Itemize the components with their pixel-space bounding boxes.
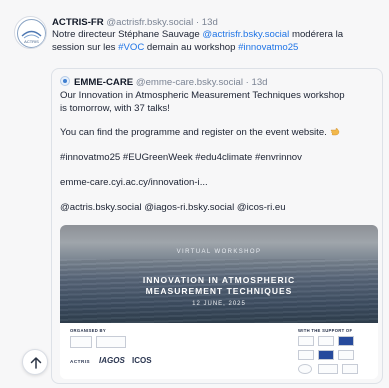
quoted-text-block: You can find the programme and register … <box>60 127 378 140</box>
quoted-time[interactable]: 13d <box>252 77 268 88</box>
banner-title: INNOVATION IN ATMOSPHERIC MEASUREMENT TE… <box>60 275 378 296</box>
post-text-part: modérera la <box>289 29 344 40</box>
feed-post[interactable]: ACTRIS ACTRIS-FR @actrisfr.bsky.social ·… <box>0 0 389 388</box>
quoted-mentions[interactable]: @actris.bsky.social @iagos-ri.bsky.socia… <box>60 202 378 215</box>
author-name[interactable]: ACTRIS-FR <box>52 17 104 28</box>
support-logo-6-icon <box>318 364 338 374</box>
mention-link[interactable]: @actrisfr.bsky.social <box>202 29 289 40</box>
quoted-text-block: Our Innovation in Atmospheric Measuremen… <box>60 90 378 115</box>
quoted-line: Our Innovation in Atmospheric Measuremen… <box>60 90 345 101</box>
quoted-hashtags[interactable]: #innovatmo25 #EUGreenWeek #edu4climate #… <box>60 152 378 165</box>
eu-flag-icon <box>338 336 354 346</box>
author-handle[interactable]: @actrisfr.bsky.social <box>106 17 193 28</box>
post-text: Notre directeur Stéphane Sauvage @actris… <box>52 29 382 54</box>
arrow-up-icon <box>30 357 42 369</box>
eu-flag-icon <box>318 350 334 360</box>
support-logo-1-icon <box>298 336 314 346</box>
post-time[interactable]: 13d <box>202 17 218 28</box>
cyprus-institute-logo-icon <box>96 336 126 348</box>
quoted-author-name[interactable]: EMME-CARE <box>74 77 133 88</box>
post-header: ACTRIS-FR @actrisfr.bsky.social · 13d <box>52 16 382 29</box>
separator: · <box>245 77 249 88</box>
quoted-header: EMME-CARE @emme-care.bsky.social · 13d <box>60 76 268 89</box>
organised-by-label: ORGANISED BY <box>70 328 106 333</box>
hashtag-link[interactable]: #innovatmo25 <box>238 42 298 53</box>
support-logo-5-icon <box>298 364 312 374</box>
post-text-part: Notre directeur Stéphane Sauvage <box>52 29 203 40</box>
emme-care-logo-icon <box>70 336 92 348</box>
quoted-line: is tomorrow, with 37 talks! <box>60 102 170 114</box>
svg-text:ACTRIS: ACTRIS <box>24 39 39 44</box>
pointing-hand-emoji-icon <box>330 128 340 136</box>
support-logo-2-icon <box>318 336 334 346</box>
support-logo-7-icon <box>342 364 358 374</box>
quoted-author-handle[interactable]: @emme-care.bsky.social <box>136 77 243 88</box>
quoted-post[interactable]: EMME-CARE @emme-care.bsky.social · 13d O… <box>51 68 383 384</box>
post-text-part: session sur les <box>52 41 119 53</box>
separator: · <box>195 17 200 28</box>
sea-background <box>60 225 378 323</box>
scroll-to-top-button[interactable] <box>22 349 48 375</box>
banner-logos-strip: ORGANISED BY WITH THE SUPPORT OF ACTRIS … <box>60 323 378 379</box>
support-logo-3-icon <box>298 350 314 360</box>
banner-title-line: INNOVATION IN ATMOSPHERIC <box>142 275 296 285</box>
quoted-avatar[interactable] <box>60 76 70 86</box>
actris-logo-text: ACTRIS <box>70 359 91 364</box>
post-text-part: demain au workshop <box>144 41 239 53</box>
iagos-logo-text: IAGOS <box>99 356 125 365</box>
hashtag-link[interactable]: #VOC <box>118 42 144 53</box>
banner-title-line: MEASUREMENT TECHNIQUES <box>145 285 293 296</box>
quoted-line: You can find the programme and register … <box>60 127 327 138</box>
author-avatar[interactable]: ACTRIS <box>14 16 47 49</box>
quoted-link[interactable]: emme-care.cyi.ac.cy/innovation-i... <box>60 177 378 190</box>
banner-label: VIRTUAL WORKSHOP <box>176 249 262 255</box>
actris-logo-icon: ACTRIS <box>17 19 46 48</box>
support-logo-4-icon <box>338 350 354 360</box>
icos-logo-text: ICOS <box>132 356 152 365</box>
workshop-banner-image[interactable]: VIRTUAL WORKSHOP INNOVATION IN ATMOSPHER… <box>60 225 378 379</box>
support-label: WITH THE SUPPORT OF <box>298 328 353 333</box>
banner-date: 12 JUNE, 2025 <box>192 301 246 307</box>
